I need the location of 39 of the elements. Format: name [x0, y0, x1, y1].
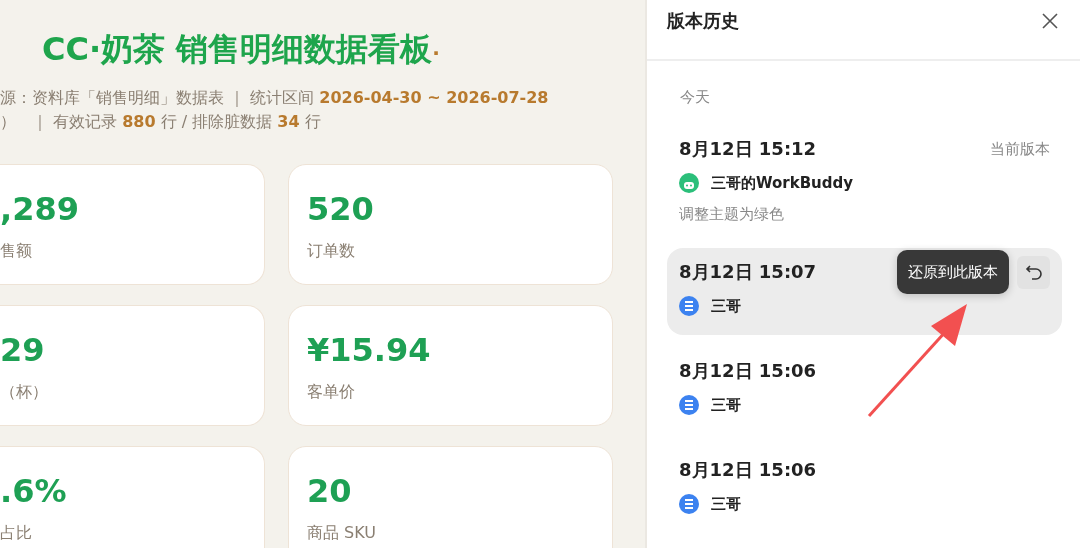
data-source-info: ） ｜ 有效记录 880 行 / 排除脏数据 34 行: [0, 112, 322, 132]
version-item-hovered[interactable]: 8月12日 15:07 还原到此版本 三哥: [667, 248, 1062, 335]
author-name: 三哥的WorkBuddy: [711, 173, 854, 193]
metric-label: （杯）: [0, 382, 49, 403]
author-name: 三哥: [711, 494, 741, 514]
version-time: 8月12日 15:12: [679, 137, 817, 161]
metric-label: 占比: [0, 523, 33, 544]
dashboard-title: CC·奶茶 销售明细数据看板·: [42, 29, 441, 70]
metric-value: 20: [307, 471, 353, 511]
version-time: 8月12日 15:06: [679, 359, 817, 383]
metric-value: ¥15.94: [307, 330, 432, 370]
metric-value: 520: [307, 189, 375, 229]
bot-avatar-icon: [679, 173, 699, 193]
metric-value: 29: [0, 330, 46, 370]
user-avatar-icon: [679, 296, 699, 316]
metric-label: 客单价: [307, 382, 356, 403]
version-item[interactable]: 8月12日 15:06 三哥: [667, 347, 1062, 434]
metric-value: .6%: [0, 471, 68, 511]
date-group-label: 今天: [680, 88, 711, 107]
close-button[interactable]: [1040, 10, 1060, 31]
author-name: 三哥: [711, 395, 741, 415]
version-item[interactable]: 8月12日 15:06 三哥: [667, 446, 1062, 533]
metric-label: 售额: [0, 241, 33, 262]
data-source-info: 源：资料库「销售明细」数据表 ｜ 统计区间 2026-04-30 ~ 2026-07-28: [0, 88, 550, 108]
undo-icon: [1023, 262, 1044, 282]
tooltip: 还原到此版本: [897, 250, 1009, 294]
panel-title: 版本历史: [667, 8, 739, 33]
current-version-label: 当前版本: [990, 139, 1050, 159]
author-name: 三哥: [711, 296, 741, 316]
version-item[interactable]: 8月12日 15:12 当前版本 三哥的WorkBuddy 调整主题为绿色: [667, 125, 1062, 236]
metric-label: 商品 SKU: [307, 523, 377, 544]
restore-button[interactable]: [1017, 255, 1050, 289]
user-avatar-icon: [679, 494, 699, 514]
user-avatar-icon: [679, 395, 699, 415]
version-time: 8月12日 15:07: [679, 260, 817, 284]
version-note: 调整主题为绿色: [679, 205, 785, 224]
metric-label: 订单数: [307, 241, 356, 262]
version-time: 8月12日 15:06: [679, 458, 817, 482]
metric-value: ,289: [0, 189, 80, 229]
